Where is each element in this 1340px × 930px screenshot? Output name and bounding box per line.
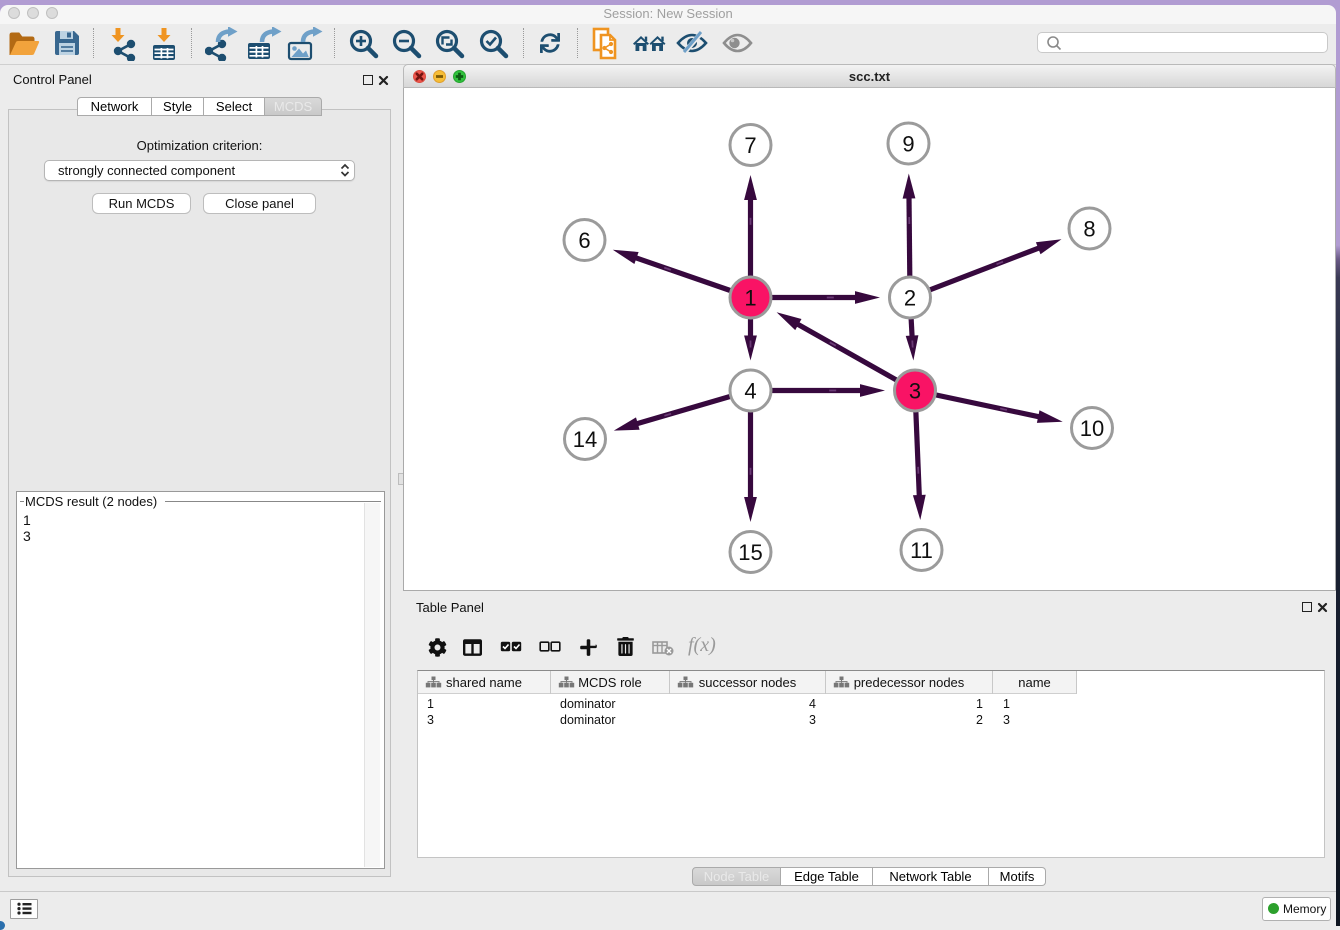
svg-text:4: 4 [744,379,756,404]
svg-text:8: 8 [1083,217,1095,242]
svg-text:2: 2 [904,286,916,311]
svg-text:10: 10 [1080,416,1104,441]
svg-text:15: 15 [738,540,762,565]
svg-text:3: 3 [909,379,921,404]
svg-text:1: 1 [744,286,756,311]
svg-text:14: 14 [573,427,597,452]
svg-text:11: 11 [910,538,933,563]
svg-text:6: 6 [578,228,590,253]
svg-text:9: 9 [902,132,914,157]
svg-text:7: 7 [744,133,756,158]
